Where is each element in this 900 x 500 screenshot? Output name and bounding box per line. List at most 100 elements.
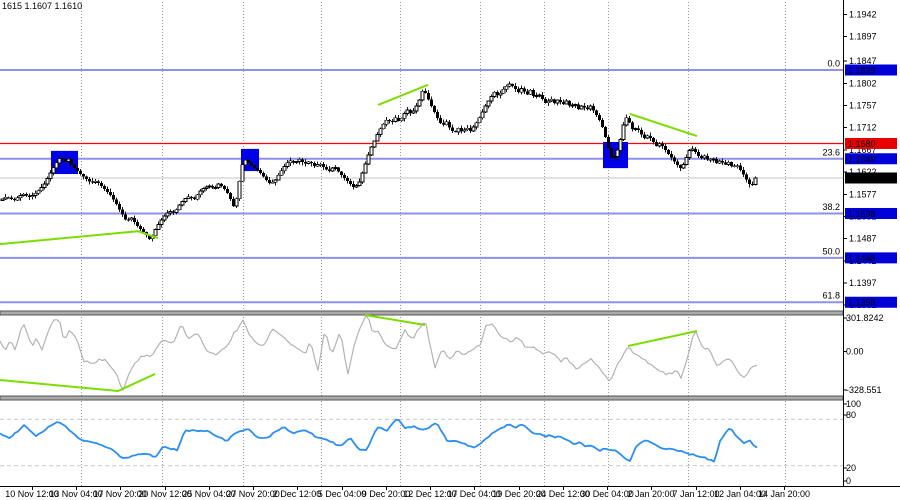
candle-bull (331, 168, 334, 171)
trend-line[interactable] (365, 315, 425, 325)
resistance-price-label: 1.1680 (848, 139, 876, 149)
oscillator-scale-label: 0.00 (846, 347, 864, 357)
candle-bull (205, 187, 208, 189)
candle-bear (742, 170, 745, 174)
chart-canvas[interactable]: 0.023.638.250.061.81.19421.18971.18471.1… (0, 0, 900, 500)
candle-bull (502, 89, 505, 93)
candle-bear (427, 93, 430, 100)
candle-bear (409, 110, 412, 113)
candle-bear (655, 142, 658, 146)
candle-bull (445, 122, 448, 125)
candle-bear (592, 106, 595, 110)
candle-bull (394, 118, 397, 122)
candle-bear (85, 177, 88, 179)
candle-bull (37, 191, 40, 193)
candle-bear (250, 162, 253, 165)
candle-bull (361, 173, 364, 182)
candle-bull (46, 178, 49, 183)
candle-bull (334, 168, 337, 169)
candle-bull (658, 144, 661, 146)
candle-bear (451, 127, 454, 131)
candle-bear (232, 199, 235, 206)
candle-bear (220, 184, 223, 186)
candle-bear (730, 162, 733, 166)
candle-bear (460, 128, 463, 131)
candle-bear (97, 181, 100, 183)
candle-bear (610, 148, 613, 158)
panel-separator-bar[interactable] (0, 311, 843, 315)
candle-bear (259, 170, 262, 173)
candle-bear (706, 156, 709, 160)
candle-bear (553, 99, 556, 103)
candle-bear (253, 165, 256, 168)
candle-bear (664, 146, 667, 150)
candle-bear (595, 110, 598, 114)
candle-bull (709, 159, 712, 160)
candle-bear (349, 181, 352, 184)
candle-bear (673, 158, 676, 162)
candle-bull (277, 175, 280, 180)
candle-bull (166, 213, 169, 216)
rsi-scale-label: 100 (846, 399, 861, 409)
candle-bull (406, 110, 409, 114)
trend-line[interactable] (628, 331, 697, 346)
candle-bear (604, 127, 607, 137)
candle-bear (697, 152, 700, 156)
panel-separator-bar[interactable] (0, 396, 843, 400)
candle-bull (478, 118, 481, 123)
candle-bull (754, 178, 757, 185)
candle-bear (448, 122, 451, 128)
candle-bull (385, 120, 388, 124)
trend-line[interactable] (0, 231, 158, 244)
candle-bull (463, 130, 466, 131)
candle-bear (700, 156, 703, 158)
rsi-scale-label: 80 (846, 410, 856, 420)
candle-bull (379, 129, 382, 135)
trend-line[interactable] (0, 374, 155, 391)
candle-bull (373, 141, 376, 147)
candle-bull (244, 160, 247, 164)
candle-bull (400, 118, 403, 120)
candle-bull (712, 159, 715, 160)
candle-bull (472, 127, 475, 131)
candle-bear (127, 219, 130, 220)
candle-bull (22, 194, 25, 195)
candle-bear (265, 176, 268, 180)
candle-bear (223, 186, 226, 189)
candle-bear (88, 179, 91, 181)
oscillator-line (0, 315, 757, 390)
signal-highlight-box[interactable] (603, 142, 628, 168)
candle-bull (415, 106, 418, 111)
candle-bull (163, 216, 166, 220)
candle-bull (535, 96, 538, 97)
price-tick-label: 1.1942 (849, 9, 877, 19)
candle-bear (256, 168, 259, 170)
price-tick-label: 1.1577 (849, 189, 877, 199)
candle-bear (13, 199, 16, 200)
candle-bull (283, 167, 286, 171)
candle-bear (337, 168, 340, 172)
candle-bear (73, 164, 76, 168)
rsi-scale-label: 0 (846, 476, 851, 486)
candle-bear (133, 218, 136, 222)
oscillator-trendlines[interactable] (0, 315, 697, 391)
candle-bull (184, 199, 187, 202)
candle-bull (688, 151, 691, 158)
candle-bull (691, 149, 694, 151)
candle-bull (493, 92, 496, 96)
candle-bear (652, 138, 655, 142)
price-axis[interactable]: 1.19421.18971.18471.18021.17571.17121.16… (843, 0, 897, 487)
rsi-line (0, 420, 757, 462)
candle-bull (40, 187, 43, 190)
time-axis[interactable]: 10 Nov 12:0013 Nov 04:0017 Nov 20:0020 N… (0, 487, 900, 500)
candle-bull (529, 90, 532, 94)
candle-bear (70, 159, 73, 164)
candle-bull (727, 162, 730, 164)
candle-bull (298, 159, 301, 161)
candle-bull (55, 163, 58, 168)
candle-bull (571, 105, 574, 106)
candle-bull (412, 111, 415, 113)
candle-bear (328, 169, 331, 171)
candle-bull (367, 155, 370, 164)
candle-bull (289, 161, 292, 163)
